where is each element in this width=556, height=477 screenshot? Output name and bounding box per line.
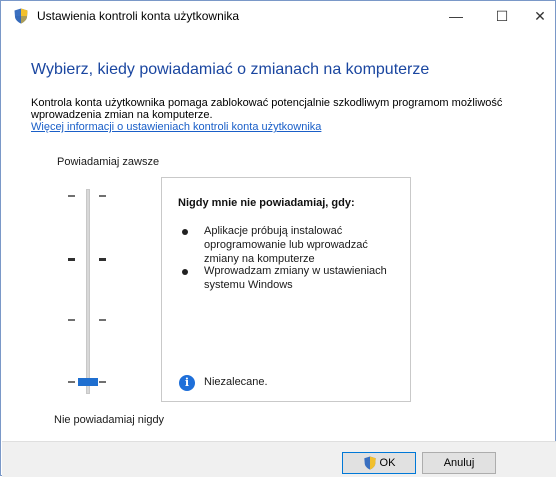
slider-bottom-label: Nie powiadamiaj nigdy [54, 414, 165, 426]
close-button[interactable]: ✕ [517, 1, 556, 31]
shield-icon [14, 8, 28, 24]
slider-tick [99, 195, 106, 197]
cancel-button[interactable]: Anuluj [422, 452, 496, 474]
slider-track[interactable] [86, 189, 90, 394]
slider-tick [99, 381, 106, 383]
page-heading: Wybierz, kiedy powiadamiać o zmianach na… [31, 61, 430, 78]
slider-thumb[interactable] [78, 378, 98, 386]
slider-tick [68, 195, 75, 197]
window-title: Ustawienia kontroli konta użytkownika [37, 9, 240, 23]
ok-button[interactable]: OK [342, 452, 416, 474]
ok-label: OK [379, 457, 396, 469]
title-bar[interactable]: Ustawienia kontroli konta użytkownika — … [1, 1, 555, 31]
slider-tick [68, 319, 75, 321]
shield-icon [363, 456, 376, 470]
bullet-icon [182, 269, 188, 275]
info-bullet: Aplikacje próbują instalować oprogramowa… [204, 225, 368, 265]
slider-top-label: Powiadamiaj zawsze [57, 156, 160, 168]
uac-settings-window: Ustawienia kontroli konta użytkownika — … [0, 0, 556, 477]
slider-tick [68, 381, 75, 383]
bullet-icon [182, 229, 188, 235]
close-icon: ✕ [534, 7, 546, 24]
maximize-icon: ☐ [495, 7, 509, 24]
slider-tick [99, 319, 106, 321]
recommendation-note: Niezalecane. [204, 376, 268, 388]
more-info-link[interactable]: Więcej informacji o ustawieniach kontrol… [31, 121, 321, 133]
minimize-button[interactable]: — [433, 1, 479, 31]
cancel-label: Anuluj [443, 457, 475, 469]
minimize-icon: — [449, 8, 463, 24]
info-bullet: Wprowadzam zmiany w ustawieniach systemu… [204, 265, 387, 291]
description-text: Kontrola konta użytkownika pomaga zablok… [31, 97, 503, 121]
info-title: Nigdy mnie nie powiadamiaj, gdy: [178, 197, 355, 209]
dialog-footer: OK Anuluj [2, 441, 556, 477]
slider-tick [68, 258, 75, 261]
slider-tick [99, 258, 106, 261]
info-panel: Nigdy mnie nie powiadamiaj, gdy: Aplikac… [161, 177, 411, 402]
info-icon: i [179, 375, 195, 391]
